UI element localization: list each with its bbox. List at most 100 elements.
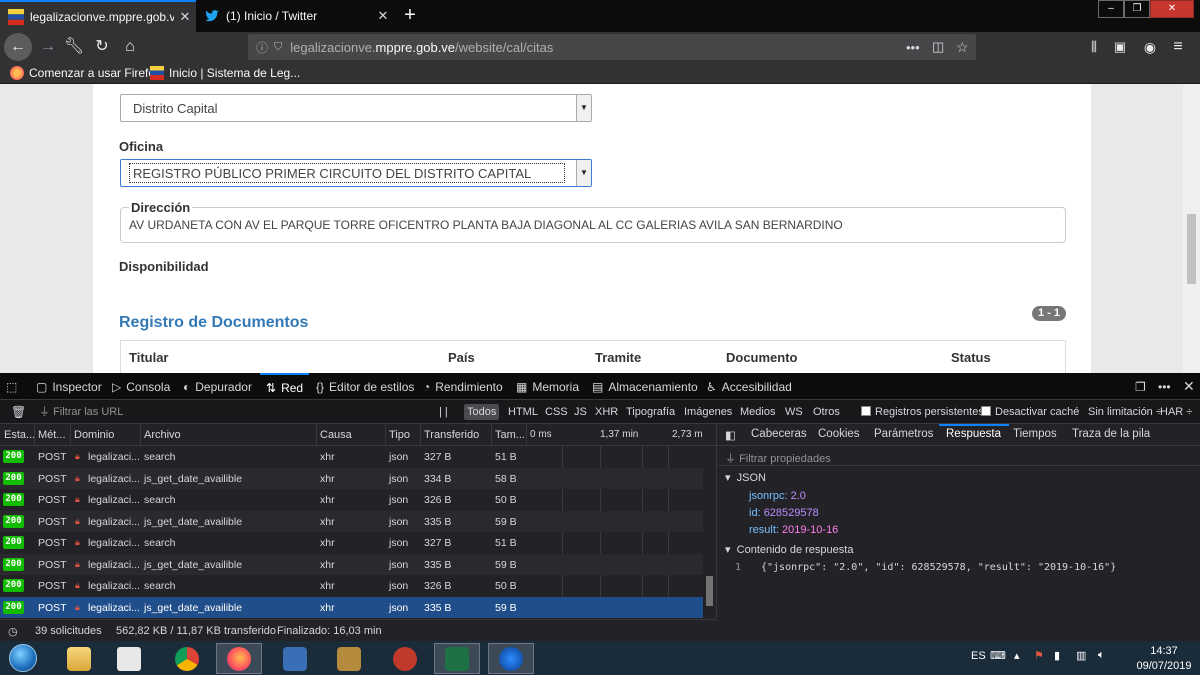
bookmark-inicio[interactable]: Inicio | Sistema de Leg... [150,66,300,80]
tab-respuesta[interactable]: Respuesta [946,428,1001,440]
account-icon[interactable]: ◉ [1138,35,1162,59]
tab-cookies[interactable]: Cookies [818,428,860,440]
firefox-taskbar-icon[interactable] [216,643,262,674]
request-row[interactable]: 🔒︎ 200 POST legalizaci... search xhr json 326 B… [0,575,703,597]
start-button[interactable] [3,642,43,674]
bookmark-star-icon[interactable]: ☆ [956,39,969,56]
col-transferred[interactable]: Transferido [424,429,479,441]
reload-icon[interactable]: ↻ [90,35,114,59]
tab-twitter[interactable]: (1) Inicio / Twitter ✕ [196,0,394,32]
tab-parametros[interactable]: Parámetros [874,428,933,440]
maximize-icon[interactable]: ❐ [1124,0,1150,18]
type-otros[interactable]: Otros [810,404,843,420]
type-imagenes[interactable]: Imágenes [681,404,735,420]
pick-element-icon[interactable]: ⬚ [6,373,17,400]
disable-cache-checkbox[interactable]: Desactivar caché [978,404,1082,420]
volume-icon[interactable]: 🔈︎ [1098,649,1105,662]
type-ws[interactable]: WS [782,404,806,420]
info-icon[interactable]: ⓘ [256,39,268,56]
minimize-icon[interactable]: – [1098,0,1124,18]
scrollbar-thumb[interactable] [706,576,713,606]
col-domain[interactable]: Dominio [74,429,114,441]
excel-taskbar-icon[interactable] [434,643,480,674]
json-section-header[interactable]: ▾ JSON [725,471,766,484]
type-html[interactable]: HTML [505,404,541,420]
chrome-taskbar-icon[interactable] [164,643,210,674]
estado-select[interactable]: Distrito Capital ▼ [120,94,592,122]
type-medios[interactable]: Medios [737,404,778,420]
library-icon[interactable]: ⫼ [1082,35,1106,59]
firefox-dev-taskbar-icon[interactable] [488,643,534,674]
explorer-taskbar-icon[interactable] [56,643,102,674]
request-row[interactable]: 🔒︎ 200 POST legalizaci... js_get_date_availi… [0,553,703,575]
raw-response-header[interactable]: ▾ Contenido de respuesta [725,543,853,556]
close-tab-icon[interactable]: ✕ [372,8,394,24]
tab-legalizacion[interactable]: legalizacionve.mppre.gob.ve/w ✕ [0,0,196,32]
menu-hamburger-icon[interactable]: ≡ [1166,35,1190,59]
forward-arrow-icon[interactable]: → [36,35,60,59]
request-row[interactable]: 🔒︎ 200 POST legalizaci... js_get_date_availi… [0,596,703,618]
shield-icon[interactable]: ⛉ [274,41,282,54]
filter-properties-input[interactable]: ⏚ Filtrar propiedades [717,446,1200,466]
app-s-taskbar-icon[interactable] [272,643,318,674]
league-taskbar-icon[interactable] [326,643,372,674]
persist-logs-checkbox[interactable]: Registros persistentes [858,404,987,420]
tab-editor-estilos[interactable]: {} Editor de estilos [316,373,414,400]
game-taskbar-icon[interactable] [382,643,428,674]
clock-date[interactable]: 09/07/2019 [1132,660,1196,672]
col-size[interactable]: Tam... [495,429,525,441]
type-tipografia[interactable]: Tipografía [623,404,678,420]
close-tab-icon[interactable]: ✕ [174,9,196,25]
oficina-select[interactable]: REGISTRO PÚBLICO PRIMER CIRCUITO DEL DIS… [120,159,592,187]
flag-icon[interactable]: ⚑ [1034,649,1044,662]
window-close-icon[interactable]: ✕ [1150,0,1194,18]
request-row[interactable]: 🔒︎ 200 POST legalizaci... search xhr json 327 B… [0,446,703,468]
request-list-scrollbar[interactable] [703,446,716,618]
col-file[interactable]: Archivo [144,429,181,441]
request-row[interactable]: 🔒︎ 200 POST legalizaci... js_get_date_availi… [0,510,703,532]
page-scrollbar[interactable] [1183,84,1200,373]
throttle-select[interactable]: Sin limitación ÷ [1085,404,1165,420]
tab-consola[interactable]: ▷ Consola [112,373,170,400]
wrench-icon[interactable]: 🔧︎ [62,35,86,59]
details-sidebar-icon[interactable]: ◧ [725,428,736,442]
devtools-close-icon[interactable]: ✕ [1183,373,1195,400]
pocket-icon[interactable]: ◫ [932,39,944,55]
new-tab-plus-icon[interactable]: + [398,4,422,28]
tab-almacenamiento[interactable]: ▤ Almacenamiento [592,373,698,400]
col-cause[interactable]: Causa [320,429,352,441]
sidebar-icon[interactable]: ▣ [1108,35,1132,59]
type-xhr[interactable]: XHR [592,404,621,420]
tab-red[interactable]: ⇅ Red [260,373,310,400]
scrollbar-thumb[interactable] [1187,214,1196,284]
clock-time[interactable]: 14:37 [1139,645,1189,657]
device-icon[interactable]: ▮ [1054,649,1060,662]
filter-url-input[interactable]: ⏚ Filtrar las URL [36,404,126,420]
tab-tiempos[interactable]: Tiempos [1013,428,1057,440]
pause-icon[interactable]: | | [436,404,451,420]
tab-cabeceras[interactable]: Cabeceras [751,428,807,440]
language-indicator[interactable]: ES [971,650,986,662]
col-type[interactable]: Tipo [389,429,410,441]
page-actions-icon[interactable]: ••• [906,40,920,55]
tab-accesibilidad[interactable]: ♿︎ Accesibilidad [706,373,792,400]
tab-traza-pila[interactable]: Traza de la pila [1072,428,1150,440]
type-todos[interactable]: Todos [464,404,500,420]
col-status[interactable]: Esta... [4,429,35,441]
request-row[interactable]: 🔒︎ 200 POST legalizaci... search xhr json 326 B… [0,489,703,511]
reload-timer-icon[interactable]: ◷ [8,625,18,638]
trash-icon[interactable]: 🗑︎ [8,404,29,420]
more-options-icon[interactable]: ••• [1158,373,1171,400]
request-row[interactable]: 🔒︎ 200 POST legalizaci... search xhr json 327 B… [0,532,703,554]
media-player-taskbar-icon[interactable] [106,643,152,674]
url-bar[interactable]: ⓘ ⛉ legalizacionve.mppre.gob.ve/website/… [248,34,976,60]
har-menu[interactable]: HAR ÷ [1157,404,1195,420]
type-js[interactable]: JS [571,404,590,420]
network-icon[interactable]: ▥ [1076,649,1086,662]
tab-inspector[interactable]: ▢ Inspector [36,373,102,400]
request-row[interactable]: 🔒︎ 200 POST legalizaci... js_get_date_availi… [0,467,703,489]
type-css[interactable]: CSS [542,404,571,420]
bookmark-comenzar[interactable]: Comenzar a usar Firefox [10,66,161,80]
show-hidden-icons-icon[interactable]: ▴ [1014,649,1020,662]
tab-rendimiento[interactable]: ◔ Rendimiento [423,373,503,400]
